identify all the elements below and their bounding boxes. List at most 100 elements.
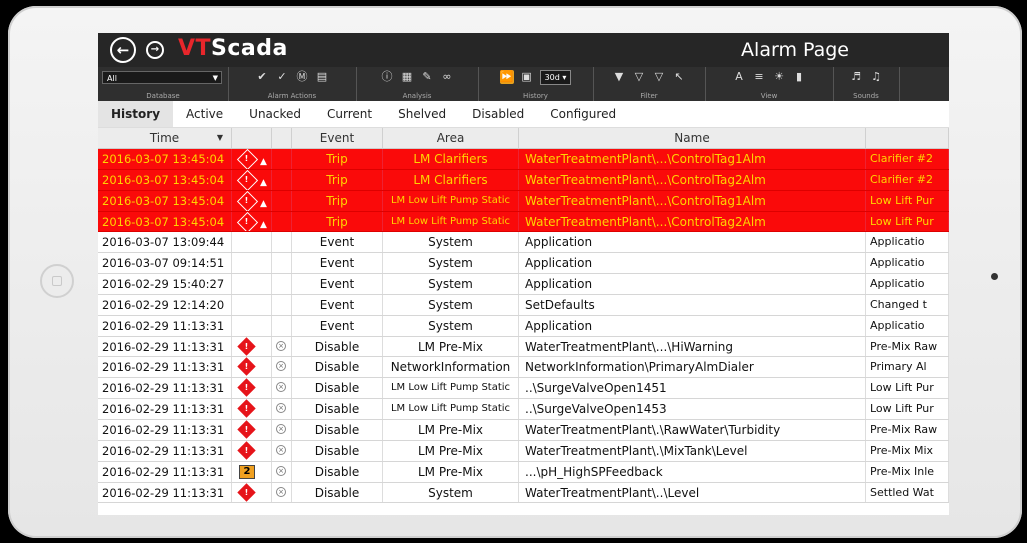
table-row[interactable]: 2016-02-29 11:13:31! × Disable LM Pre-Mix Wa… xyxy=(98,440,949,462)
cell-ack: × xyxy=(272,482,292,503)
table-row[interactable]: 2016-02-29 11:13:31! × Disable NetworkInfor… xyxy=(98,357,949,379)
edit-icon[interactable]: ✎ xyxy=(420,70,434,84)
cell-ack: × xyxy=(272,461,292,482)
cell-time: 2016-02-29 11:13:31 xyxy=(98,482,232,503)
sort-icon[interactable]: ≡ xyxy=(752,70,766,84)
forward-arrow-icon[interactable]: → xyxy=(146,41,164,59)
history-range-select[interactable]: 30d ▾ xyxy=(539,70,572,85)
table-row[interactable]: 2016-02-29 11:13:31! × Disable LM Low Lift … xyxy=(98,378,949,400)
table-row[interactable]: 2016-03-07 13:45:04! ▲ Trip LM Clarifiers Wa… xyxy=(98,149,949,170)
table-row[interactable]: 2016-02-29 11:13:31 2 × Disable LM Pre-Mix..… xyxy=(98,461,949,483)
view-label: View xyxy=(760,92,778,100)
cell-ack xyxy=(272,169,292,190)
table-row[interactable]: 2016-03-07 13:45:04! ▲ Trip LM Low Lift Pum… xyxy=(98,211,949,233)
cell-priority: ! xyxy=(232,336,272,357)
cell-priority: ! ▲ xyxy=(232,149,272,169)
notes-icon[interactable]: ▤ xyxy=(315,70,329,84)
cell-priority: ! ▲ xyxy=(232,190,272,211)
database-select[interactable]: All ▼ xyxy=(102,71,222,84)
disabled-icon: × xyxy=(276,423,286,434)
history-group: ⏩ ▣ 30d ▾ History xyxy=(478,67,594,101)
tab-current[interactable]: Current xyxy=(314,101,385,127)
cell-description: Pre-Mix Raw xyxy=(866,419,949,440)
filter-icon[interactable]: ▼ xyxy=(612,70,626,84)
cell-name: WaterTreatmentPlant\...\ControlTag2Alm xyxy=(519,169,866,190)
cell-area: LM Low Lift Pump Static xyxy=(383,190,519,211)
table-row[interactable]: 2016-03-07 13:09:44 Event System Applicatio… xyxy=(98,232,949,254)
cell-name: WaterTreatmentPlant\...\HiWarning xyxy=(519,336,866,357)
cell-priority xyxy=(232,294,272,315)
brightness-icon[interactable]: ☀ xyxy=(772,70,786,84)
priority-mark: ! xyxy=(244,362,249,372)
cell-name: WaterTreatmentPlant\.\RawWater\Turbidity xyxy=(519,419,866,440)
table-row[interactable]: 2016-02-29 12:14:20 Event System SetDefault… xyxy=(98,294,949,316)
acknowledge-icon[interactable]: ✓ xyxy=(275,70,289,84)
bell-icon: ▲ xyxy=(260,177,267,188)
column-area[interactable]: Area xyxy=(383,128,519,148)
home-button[interactable] xyxy=(40,264,74,298)
cell-event: Disable xyxy=(292,336,383,357)
tab-unacked[interactable]: Unacked xyxy=(236,101,314,127)
column-ack[interactable] xyxy=(272,128,292,148)
toolbar: All ▼ Database ✔ ✓ Ⓜ ▤ Alarm Actions ⓘ ▦ … xyxy=(98,67,949,101)
table-row[interactable]: 2016-02-29 15:40:27 Event System Applicatio… xyxy=(98,274,949,295)
cell-event: Event xyxy=(292,315,383,336)
cell-area: LM Low Lift Pump Static xyxy=(383,211,519,232)
cell-event: Disable xyxy=(292,399,383,419)
bell-icon: ▲ xyxy=(260,157,267,167)
link-icon[interactable]: ∞ xyxy=(440,70,454,84)
cell-area: System xyxy=(383,294,519,315)
cell-name: WaterTreatmentPlant\...\ControlTag1Alm xyxy=(519,190,866,211)
title-bar: ← → VTScada Alarm Page xyxy=(98,33,949,67)
mute-icon[interactable]: ♬ xyxy=(849,70,863,84)
tab-configured[interactable]: Configured xyxy=(537,101,629,127)
table-row[interactable]: 2016-03-07 09:14:51 Event System Applicatio… xyxy=(98,253,949,275)
tab-disabled[interactable]: Disabled xyxy=(459,101,537,127)
column-description[interactable] xyxy=(866,128,949,148)
columns-icon[interactable]: ▮ xyxy=(792,70,806,84)
filter-group: ▼ ▽ ▽ ↖ Filter xyxy=(593,67,706,101)
table-row[interactable]: 2016-03-07 13:45:04! ▲ Trip LM Low Lift Pum… xyxy=(98,190,949,212)
filter-shelved-icon[interactable]: ▽ xyxy=(652,70,666,84)
clear-filter-icon[interactable]: ↖ xyxy=(672,70,686,84)
tab-history[interactable]: History xyxy=(98,101,174,127)
filter-priority-icon[interactable]: ▽ xyxy=(632,70,646,84)
cell-time: 2016-03-07 13:45:04 xyxy=(98,169,232,190)
alarm-history-table: 2016-03-07 13:45:04! ▲ Trip LM Clarifiers Wa… xyxy=(98,149,949,504)
chart-icon[interactable]: ▦ xyxy=(400,70,414,84)
table-row[interactable]: 2016-03-07 13:45:04! ▲ Trip LM Clarifiers Wa… xyxy=(98,169,949,191)
shelve-icon[interactable]: Ⓜ xyxy=(295,70,309,84)
cell-area: LM Clarifiers xyxy=(383,169,519,190)
silence-icon[interactable]: ♫ xyxy=(869,70,883,84)
cell-name: SetDefaults xyxy=(519,294,866,315)
font-size-icon[interactable]: A xyxy=(732,70,746,84)
cell-area: System xyxy=(383,253,519,274)
cell-priority: ! xyxy=(232,440,272,461)
cell-event: Disable xyxy=(292,378,383,399)
back-arrow-icon[interactable]: ← xyxy=(110,37,136,63)
priority-mark: ! xyxy=(244,445,249,455)
cell-time: 2016-02-29 11:13:31 xyxy=(98,336,232,357)
table-row[interactable]: 2016-02-29 11:13:31! × Disable LM Low Lift … xyxy=(98,399,949,420)
alarm-actions-label: Alarm Actions xyxy=(267,92,317,100)
acknowledge-all-icon[interactable]: ✔ xyxy=(255,70,269,84)
column-time[interactable]: Time ▼ xyxy=(98,128,232,148)
table-row[interactable]: 2016-02-29 11:13:31! × Disable LM Pre-Mix Wa… xyxy=(98,336,949,358)
table-row[interactable]: 2016-02-29 11:13:31 Event System Applicatio… xyxy=(98,315,949,337)
column-event[interactable]: Event xyxy=(292,128,383,148)
cell-priority: ! xyxy=(232,419,272,440)
filter-label: Filter xyxy=(640,92,658,100)
cell-ack xyxy=(272,190,292,211)
cell-priority: ! xyxy=(232,482,272,503)
tab-active[interactable]: Active xyxy=(173,101,236,127)
info-icon[interactable]: ⓘ xyxy=(380,70,394,84)
cell-area: System xyxy=(383,482,519,503)
tab-shelved[interactable]: Shelved xyxy=(385,101,459,127)
table-row[interactable]: 2016-02-29 11:13:31! × Disable System WaterT… xyxy=(98,482,949,504)
column-priority[interactable] xyxy=(232,128,272,148)
column-name[interactable]: Name xyxy=(519,128,866,148)
fast-forward-icon[interactable]: ⏩ xyxy=(499,70,514,84)
cell-ack: × xyxy=(272,419,292,440)
table-row[interactable]: 2016-02-29 11:13:31! × Disable LM Pre-Mix Wa… xyxy=(98,419,949,441)
calendar-icon[interactable]: ▣ xyxy=(520,70,534,84)
